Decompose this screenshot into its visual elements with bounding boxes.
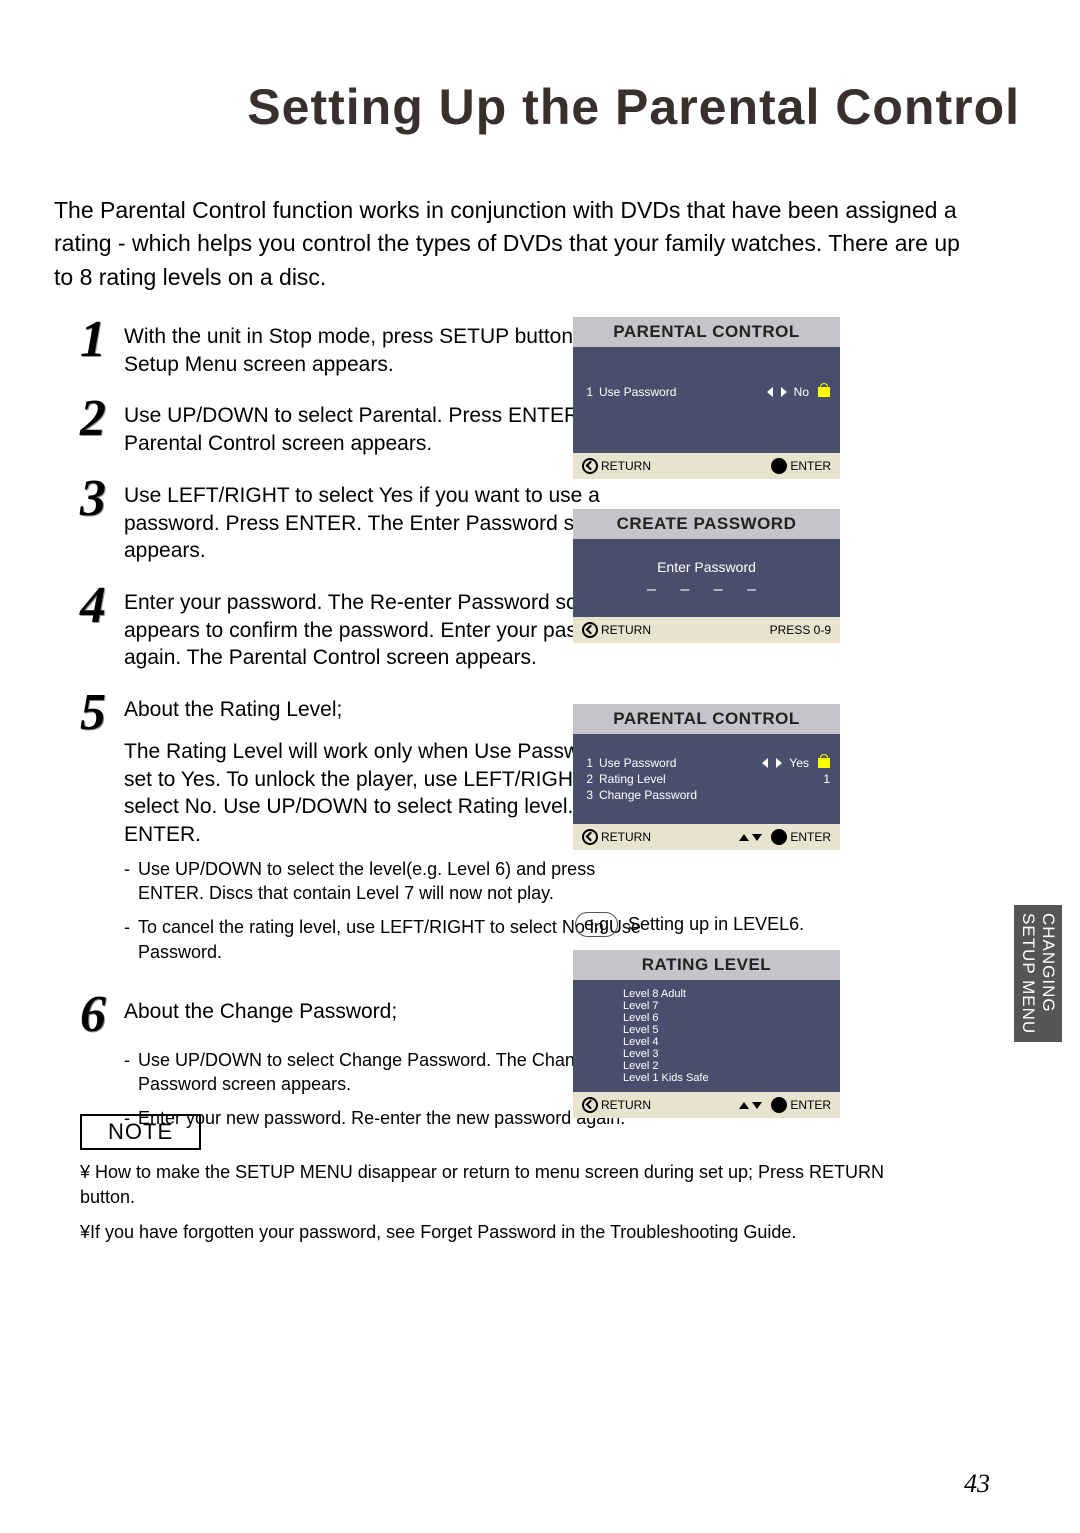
return-button: RETURN: [582, 622, 651, 638]
return-icon: [582, 458, 598, 474]
return-icon: [582, 1097, 598, 1113]
step-sub: -To cancel the rating level, use LEFT/RI…: [124, 915, 650, 964]
step-sub: -Use UP/DOWN to select Change Password. …: [124, 1048, 650, 1097]
step-1: 1 With the unit in Stop mode, press SETU…: [80, 317, 650, 378]
enter-button: ENTER: [739, 829, 831, 845]
step-text: About the Change Password; -Use UP/DOWN …: [124, 992, 650, 1141]
return-button: RETURN: [582, 829, 651, 845]
step-3: 3 Use LEFT/RIGHT to select Yes if you wa…: [80, 476, 650, 565]
osd-title: CREATE PASSWORD: [573, 509, 840, 539]
return-button: RETURN: [582, 458, 651, 474]
note-item: ¥ How to make the SETUP MENU disappear o…: [80, 1160, 920, 1210]
enter-button: ENTER: [771, 458, 831, 474]
left-arrow-icon: [762, 758, 768, 768]
password-dashes: – – – –: [573, 581, 840, 599]
step-number: 3: [80, 476, 124, 523]
note-item: ¥If you have forgotten your password, se…: [80, 1220, 920, 1245]
osd-create-password: CREATE PASSWORD Enter Password – – – – R…: [573, 509, 840, 643]
osd-title: PARENTAL CONTROL: [573, 317, 840, 347]
osd-rating-level: RATING LEVEL Level 8 Adult Level 7 Level…: [573, 950, 840, 1118]
step-number: 6: [80, 992, 124, 1039]
step-4: 4 Enter your password. The Re-enter Pass…: [80, 583, 650, 672]
step-sub: -Use UP/DOWN to select the level(e.g. Le…: [124, 857, 650, 906]
level-item: Level 3: [583, 1048, 830, 1060]
step-number: 5: [80, 690, 124, 737]
level-item: Level 6: [583, 1012, 830, 1024]
intro-paragraph: The Parental Control function works in c…: [54, 194, 984, 294]
osd-parental-yes: PARENTAL CONTROL 1Use Password Yes 2Rati…: [573, 704, 840, 850]
step-5: 5 About the Rating Level; The Rating Lev…: [80, 690, 650, 974]
up-arrow-icon: [739, 834, 749, 841]
return-icon: [582, 622, 598, 638]
level-item: Level 1 Kids Safe: [583, 1072, 830, 1084]
step-text: Enter your password. The Re-enter Passwo…: [124, 583, 650, 672]
osd-row: 2Rating Level1: [583, 772, 830, 786]
up-arrow-icon: [739, 1102, 749, 1109]
osd-row: 1 Use Password No: [583, 385, 830, 399]
enter-password-label: Enter Password: [573, 559, 840, 575]
step-text: Use LEFT/RIGHT to select Yes if you want…: [124, 476, 650, 565]
step-sub: -Enter your new password. Re-enter the n…: [124, 1106, 650, 1130]
enter-button: ENTER: [739, 1097, 831, 1113]
osd-row: 1Use Password Yes: [583, 756, 830, 770]
instructions-list: 1 With the unit in Stop mode, press SETU…: [80, 317, 650, 1159]
side-tab: CHANGING SETUP MENU: [1014, 905, 1062, 1042]
step-2: 2 Use UP/DOWN to select Parental. Press …: [80, 396, 650, 457]
step-heading: About the Change Password;: [124, 998, 650, 1026]
note-heading: NOTE: [80, 1114, 201, 1150]
down-arrow-icon: [752, 834, 762, 841]
enter-icon: [771, 829, 787, 845]
level-item: Level 8 Adult: [583, 988, 830, 1000]
press-0-9-label: PRESS 0-9: [770, 623, 831, 637]
enter-icon: [771, 458, 787, 474]
lock-icon: [818, 387, 830, 397]
step-number: 2: [80, 396, 124, 443]
example-label: e.g Setting up in LEVEL6.: [575, 912, 804, 937]
left-arrow-icon: [767, 387, 773, 397]
osd-title: RATING LEVEL: [573, 950, 840, 980]
right-arrow-icon: [776, 758, 782, 768]
step-text: About the Rating Level; The Rating Level…: [124, 690, 650, 974]
return-icon: [582, 829, 598, 845]
step-number: 4: [80, 583, 124, 630]
osd-parental-no: PARENTAL CONTROL 1 Use Password No RETUR…: [573, 317, 840, 479]
step-text: Use UP/DOWN to select Parental. Press EN…: [124, 396, 650, 457]
osd-row: 3Change Password: [583, 788, 830, 802]
notes-block: ¥ How to make the SETUP MENU disappear o…: [80, 1160, 920, 1246]
level-item: Level 4: [583, 1036, 830, 1048]
down-arrow-icon: [752, 1102, 762, 1109]
level-item: Level 2: [583, 1060, 830, 1072]
right-arrow-icon: [781, 387, 787, 397]
lock-icon: [818, 758, 830, 768]
level-item: Level 7: [583, 1000, 830, 1012]
osd-title: PARENTAL CONTROL: [573, 704, 840, 734]
return-button: RETURN: [582, 1097, 651, 1113]
enter-icon: [771, 1097, 787, 1113]
step-text: With the unit in Stop mode, press SETUP …: [124, 317, 650, 378]
level-item: Level 5: [583, 1024, 830, 1036]
page-title: Setting Up the Parental Control: [0, 78, 1020, 136]
step-number: 1: [80, 317, 124, 364]
page-number: 43: [964, 1469, 990, 1499]
step-extra: The Rating Level will work only when Use…: [124, 738, 650, 849]
step-heading: About the Rating Level;: [124, 696, 650, 724]
